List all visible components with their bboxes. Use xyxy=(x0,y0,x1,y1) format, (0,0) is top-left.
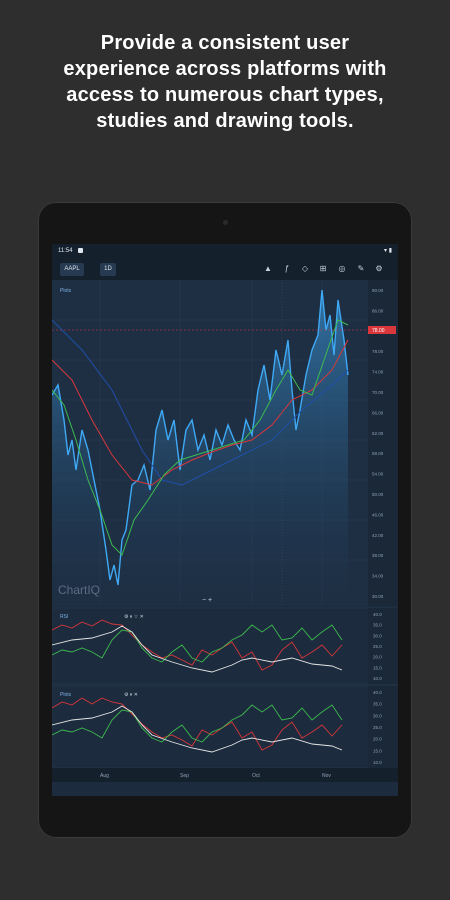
symbol-button[interactable]: AAPL xyxy=(60,263,84,276)
study-1-y-label: 35.0 xyxy=(373,623,382,628)
study-1-y-label: 10.0 xyxy=(373,676,382,681)
zoom-controls[interactable]: − + xyxy=(202,597,212,604)
tablet-frame: 11:54 ▾ ▮ AAPL 1D ▲ ƒ ◇ ⊞ ◎ ✎ ⚙ Plots 90… xyxy=(38,202,412,838)
tablet-camera xyxy=(223,220,228,225)
x-axis-label: Nov xyxy=(322,773,331,779)
study-2-y-label: 10.0 xyxy=(373,760,382,765)
study-2-y-label: 30.0 xyxy=(373,713,382,718)
main-y-label: 58.00 xyxy=(372,451,384,456)
main-y-label: 50.00 xyxy=(372,492,384,497)
main-y-label: 66.00 xyxy=(372,410,384,415)
main-y-label: 54.00 xyxy=(372,472,384,477)
study-2-y-label: 15.0 xyxy=(373,748,382,753)
headline-line-1: Provide a consistent user xyxy=(100,32,350,54)
study-1-y-label: 30.0 xyxy=(373,633,382,638)
app-screen: 11:54 ▾ ▮ AAPL 1D ▲ ƒ ◇ ⊞ ◎ ✎ ⚙ Plots 90… xyxy=(52,244,398,796)
x-axis-label: Sep xyxy=(180,773,189,779)
current-price-text: 78.00 xyxy=(372,328,385,334)
main-y-label: 74.00 xyxy=(372,370,384,375)
main-y-label: 46.00 xyxy=(372,512,384,517)
main-y-label: 70.00 xyxy=(372,390,384,395)
main-legend: Plots xyxy=(60,288,72,294)
main-y-label: 62.00 xyxy=(372,431,384,436)
x-axis-label: Oct xyxy=(252,773,260,779)
study-1-legend: RSI xyxy=(60,614,68,620)
main-y-label: 86.00 xyxy=(372,308,384,313)
chart-type-icon[interactable]: ▲ xyxy=(263,264,273,274)
study-1-y-label: 25.0 xyxy=(373,644,382,649)
main-y-label: 42.00 xyxy=(372,533,384,538)
status-bar: 11:54 ▾ ▮ xyxy=(52,244,398,258)
study-1-y-label: 40.0 xyxy=(373,612,382,617)
study-2-y-label: 35.0 xyxy=(373,702,382,707)
notification-icon xyxy=(78,248,83,253)
chart-area[interactable]: Plots 90.0086.0082.0078.0074.0070.0066.0… xyxy=(52,280,398,796)
main-y-label: 34.00 xyxy=(372,574,384,579)
crosshair-icon[interactable]: ⊞ xyxy=(318,264,328,274)
study-2-y-label: 40.0 xyxy=(373,690,382,695)
headline-line-2: experience across platforms with xyxy=(63,58,387,80)
drawing-icon[interactable]: ◇ xyxy=(300,264,310,274)
status-time: 11:54 xyxy=(58,248,73,254)
study-1-y-label: 20.0 xyxy=(373,655,382,660)
study-2-y-label: 25.0 xyxy=(373,725,382,730)
pencil-icon[interactable]: ✎ xyxy=(356,264,366,274)
status-icons: ▾ ▮ xyxy=(384,248,392,254)
chart-toolbar: AAPL 1D ▲ ƒ ◇ ⊞ ◎ ✎ ⚙ xyxy=(52,258,398,281)
settings-icon[interactable]: ⚙ xyxy=(374,264,384,274)
headline: Provide a consistent user experience acr… xyxy=(0,30,450,134)
headline-line-3: access to numerous chart types, xyxy=(66,84,384,106)
study-2-controls[interactable]: ⚙ ⏸ ✕ xyxy=(124,692,138,698)
headline-line-4: studies and drawing tools. xyxy=(96,110,354,132)
studies-icon[interactable]: ƒ xyxy=(282,264,292,274)
main-y-label: 90.00 xyxy=(372,288,384,293)
main-y-label: 78.00 xyxy=(372,349,384,354)
main-y-label: 30.00 xyxy=(372,594,384,599)
interval-button[interactable]: 1D xyxy=(100,263,116,276)
x-axis-label: Aug xyxy=(100,773,109,779)
layers-icon[interactable]: ◎ xyxy=(337,264,347,274)
study-1-controls[interactable]: ⚙ ⏸ ☆ ✕ xyxy=(124,614,144,620)
chartiq-watermark: ChartIQ xyxy=(58,583,100,597)
study-2-y-label: 20.0 xyxy=(373,737,382,742)
main-y-label: 38.00 xyxy=(372,553,384,558)
study-2-legend: Plots xyxy=(60,692,72,698)
study-1-y-label: 15.0 xyxy=(373,665,382,670)
